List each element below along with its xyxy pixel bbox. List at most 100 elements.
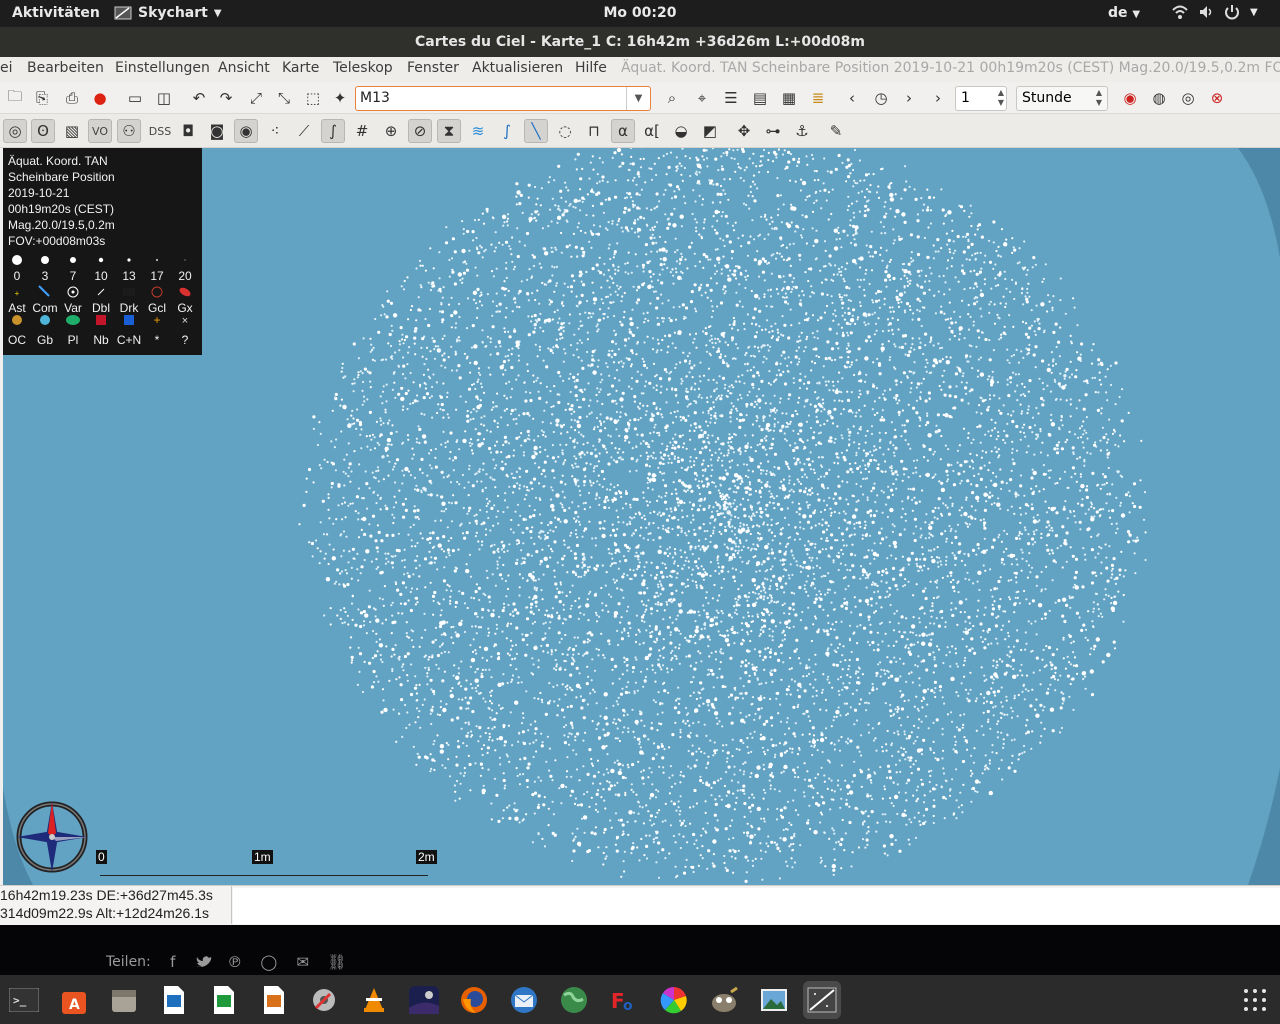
window-icon[interactable]: ▭ — [123, 86, 147, 110]
star — [417, 716, 420, 719]
horizon-line-icon[interactable]: ╲ — [524, 119, 548, 143]
wave-icon[interactable]: ≋ — [466, 119, 490, 143]
star — [747, 241, 751, 245]
spinner-arrows-icon[interactable]: ▲ ▼ — [998, 88, 1004, 108]
telescope-connect-icon[interactable]: ◉ — [1118, 86, 1142, 110]
star — [350, 655, 354, 659]
time-unit-select[interactable]: Stunde ▲ ▼ — [1016, 86, 1108, 111]
catalog-icon[interactable]: ⚇ — [117, 119, 141, 143]
language-menu[interactable]: de ▼ — [1108, 5, 1140, 21]
star — [644, 385, 647, 388]
camera-icon[interactable]: ◘ — [176, 119, 200, 143]
hourglass-icon[interactable]: ⧗ — [437, 119, 461, 143]
stars-icon[interactable]: ✦ — [328, 86, 352, 110]
zoom-in-icon[interactable]: ⤢ — [244, 86, 268, 110]
star — [892, 577, 896, 581]
compass-icon[interactable]: ⊘ — [408, 119, 432, 143]
milky-way-icon[interactable]: ∫ — [321, 119, 345, 143]
star — [416, 555, 419, 558]
save-icon[interactable]: ⎘ — [30, 86, 54, 110]
alpha-bracket-button[interactable]: α[ — [640, 119, 664, 143]
star-filter-icon[interactable]: ◎ — [3, 119, 27, 143]
star — [871, 549, 874, 552]
alpha-label: α — [618, 122, 628, 140]
activities-button[interactable]: Aktivitäten — [12, 5, 100, 21]
star — [574, 556, 578, 560]
search-icon[interactable]: ⌕ — [660, 86, 684, 110]
horizon-icon[interactable]: ◒ — [669, 119, 693, 143]
menu-hilfe[interactable]: Hilfe — [575, 60, 607, 76]
system-menu[interactable]: ▼ — [1172, 4, 1258, 20]
target-icon[interactable]: ◉ — [234, 119, 258, 143]
zoom-out-icon[interactable]: ⤡ — [272, 86, 296, 110]
ruler-icon[interactable]: ⊓ — [582, 119, 606, 143]
anchor-icon[interactable]: ⚓ — [790, 119, 814, 143]
stack-icon[interactable]: ≣ — [806, 86, 830, 110]
edit-icon[interactable]: ✎ — [824, 119, 848, 143]
clock-icon[interactable]: ◷ — [869, 86, 893, 110]
link-icon[interactable]: ⊶ — [761, 119, 785, 143]
menu-ansicht[interactable]: Ansicht — [218, 60, 270, 76]
split-view-icon[interactable]: ◫ — [152, 86, 176, 110]
star — [727, 838, 731, 841]
pin-icon[interactable]: ● — [88, 86, 112, 110]
time-back-icon[interactable]: ‹ — [840, 86, 864, 110]
star — [654, 576, 658, 580]
telescope-abort-icon[interactable]: ⊗ — [1205, 86, 1229, 110]
redo-icon[interactable]: ↷ — [214, 86, 238, 110]
star — [613, 784, 616, 787]
star — [749, 369, 753, 372]
time-step-stepper[interactable]: 1 ▲ ▼ — [955, 86, 1007, 111]
list-icon[interactable]: ☰ — [719, 86, 743, 110]
grid-icon[interactable]: # — [350, 119, 374, 143]
vo-button[interactable]: VO — [88, 119, 112, 143]
circle-icon[interactable]: ◌ — [553, 119, 577, 143]
star — [606, 780, 609, 783]
menu-fenster[interactable]: Fenster — [407, 60, 459, 76]
dss-button[interactable]: DSS — [146, 119, 174, 143]
constellation-icon[interactable]: ⁖ — [263, 119, 287, 143]
star — [918, 310, 921, 313]
star — [1053, 378, 1056, 381]
undo-icon[interactable]: ↶ — [187, 86, 211, 110]
star — [424, 317, 427, 321]
alpha-button[interactable]: α — [611, 119, 635, 143]
calendar-icon[interactable]: ▦ — [777, 86, 801, 110]
print-icon[interactable]: ⎙ — [60, 86, 84, 110]
star — [949, 356, 952, 359]
star — [767, 382, 771, 385]
image-icon[interactable]: ▧ — [60, 119, 84, 143]
nebula-filter-icon[interactable]: ʘ — [31, 119, 55, 143]
time-forward-icon[interactable]: › — [897, 86, 921, 110]
calendar-list-icon[interactable]: ▤ — [748, 86, 772, 110]
select-area-icon[interactable]: ⬚ — [301, 86, 325, 110]
menu-teleskop[interactable]: Teleskop — [333, 60, 393, 76]
constellation-lines-icon[interactable]: ⟋ — [292, 119, 316, 143]
camera-settings-icon[interactable]: ◙ — [205, 119, 229, 143]
menu-aktualisieren[interactable]: Aktualisieren — [472, 60, 563, 76]
ecliptic-icon[interactable]: ∫ — [495, 119, 519, 143]
menu-bearbeiten[interactable]: Bearbeiten — [27, 60, 104, 76]
location-icon[interactable]: ⌖ — [690, 86, 714, 110]
star — [933, 680, 938, 684]
globe-grid-icon[interactable]: ⊕ — [379, 119, 403, 143]
star — [764, 753, 767, 756]
move-icon[interactable]: ✥ — [732, 119, 756, 143]
ground-icon[interactable]: ◩ — [698, 119, 722, 143]
menu-datei[interactable]: ei — [0, 60, 13, 76]
star — [857, 447, 861, 450]
telescope-sync-icon[interactable]: ◎ — [1176, 86, 1200, 110]
app-menu[interactable]: Skychart ▼ — [114, 5, 222, 21]
star — [886, 669, 889, 673]
chevron-down-icon[interactable]: ▼ — [626, 87, 650, 110]
menu-karte[interactable]: Karte — [282, 60, 319, 76]
star — [525, 486, 529, 489]
new-chart-icon[interactable]: 🗀 — [3, 86, 27, 110]
clock[interactable]: Mo 00:20 — [604, 5, 677, 21]
search-input[interactable]: M13 ▼ — [355, 86, 651, 111]
telescope-slew-icon[interactable]: ◍ — [1147, 86, 1171, 110]
time-forward-fast-icon[interactable]: › — [926, 86, 950, 110]
star — [777, 274, 782, 279]
menu-einstellungen[interactable]: Einstellungen — [115, 60, 210, 76]
star — [601, 609, 604, 612]
